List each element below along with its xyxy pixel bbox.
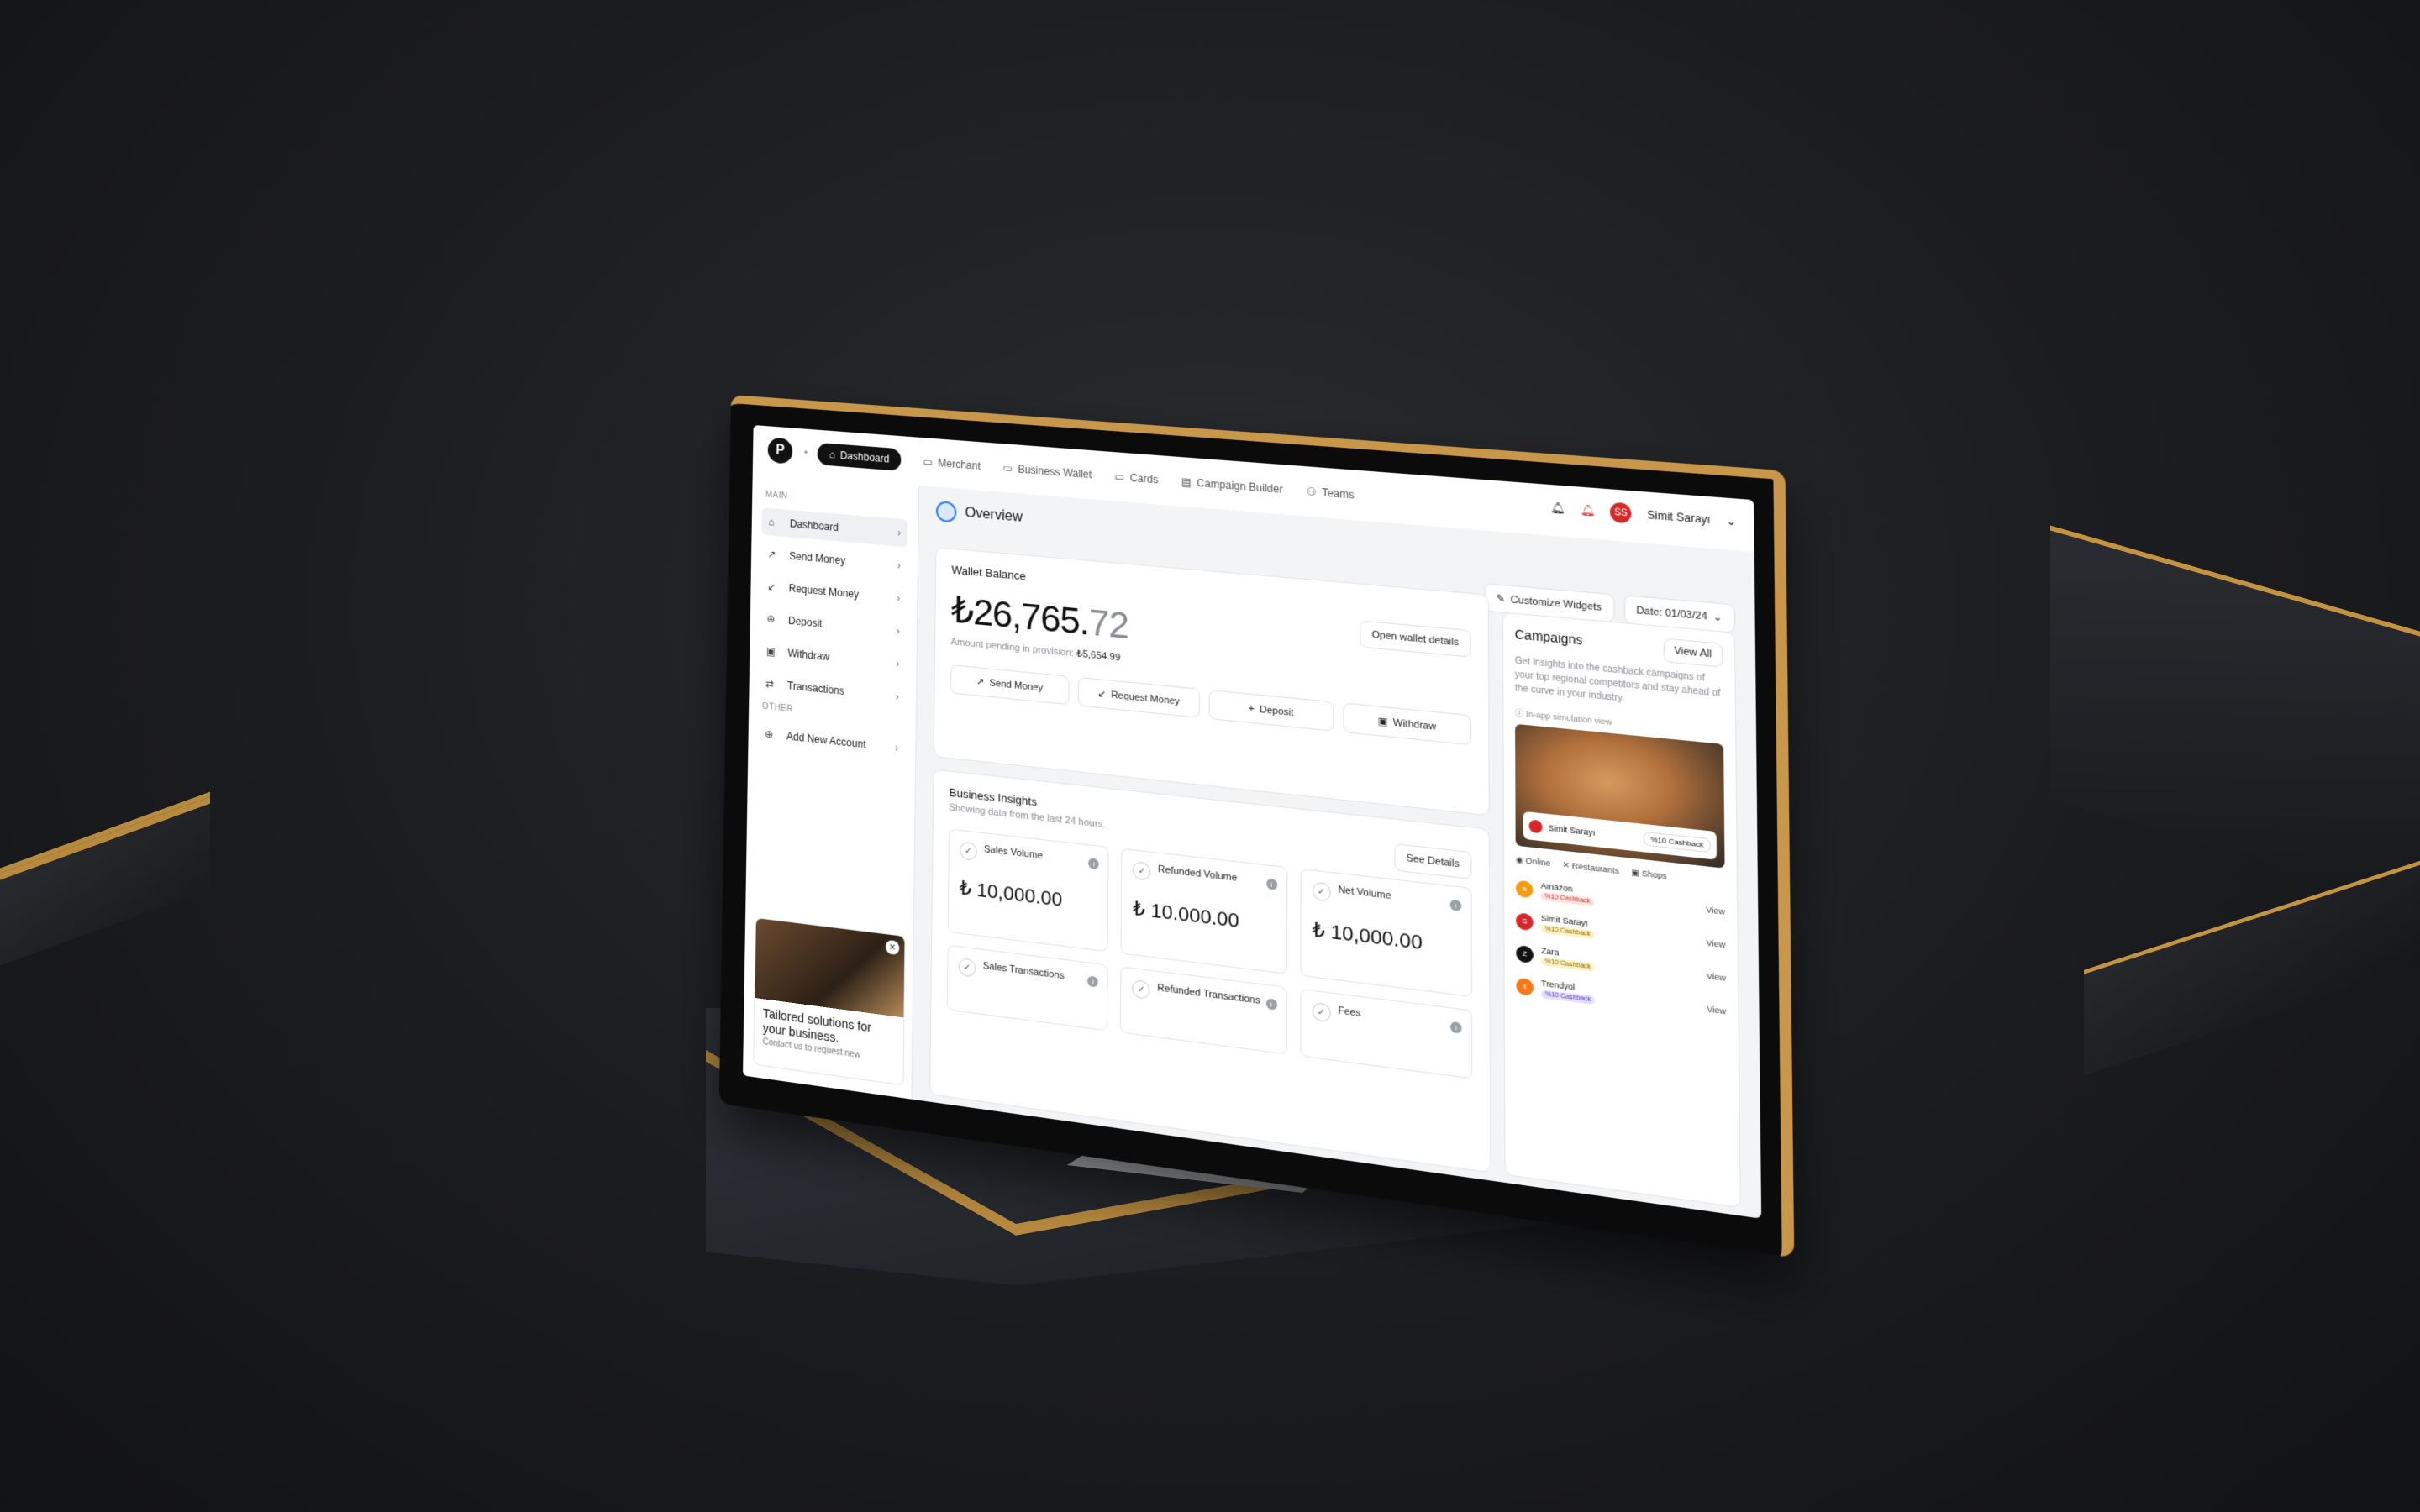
wallet-balance-card: Wallet Balance Open wallet details ₺26,7…	[933, 547, 1490, 816]
info-icon: ⓘ	[1515, 708, 1524, 719]
chevron-right-icon: ›	[895, 690, 899, 703]
nav-tab-dashboard[interactable]: ⌂ Dashboard	[817, 442, 902, 471]
info-icon[interactable]: i	[1087, 975, 1099, 988]
chevron-down-icon[interactable]: ⌄	[1726, 514, 1736, 528]
chevron-right-icon: ›	[897, 526, 902, 539]
background-slab-right-bottom	[2084, 844, 2420, 1075]
metric-sales-transactions[interactable]: ✓ Sales Transactions i	[946, 944, 1108, 1032]
check-circle-icon: ✓	[1312, 881, 1331, 902]
notification-icon[interactable]: 🔔︎	[1580, 503, 1595, 517]
main-content: Overview ✎ Customize Widgets Date: 01/03/…	[912, 486, 1761, 1219]
check-circle-icon: ✓	[958, 957, 976, 978]
chevron-right-icon: ›	[897, 559, 901, 572]
nav-tab-campaign-builder[interactable]: ▤ Campaign Builder	[1181, 475, 1283, 496]
request-money-button[interactable]: ↙ Request Money	[1077, 676, 1201, 718]
withdraw-button[interactable]: ▣ Withdraw	[1343, 702, 1472, 746]
chevron-right-icon: ›	[894, 741, 899, 754]
background-slab-right-top	[2050, 525, 2420, 925]
plus-icon: +	[1248, 702, 1255, 715]
sidebar-section-main: MAIN	[765, 490, 788, 501]
metric-refunded-transactions[interactable]: ✓ Refunded Transactions i	[1120, 966, 1287, 1055]
check-circle-icon: ✓	[1133, 861, 1151, 881]
arrow-up-right-icon: ↗	[767, 548, 776, 561]
chevron-down-icon: ⌄	[1712, 612, 1723, 624]
bell-icon[interactable]: 🔔︎	[1550, 501, 1565, 515]
business-insights-card: Business Insights Showing data from the …	[929, 769, 1491, 1173]
metric-sales-volume[interactable]: ✓ Sales Volume i ₺ 10,000.00	[947, 828, 1109, 953]
view-link[interactable]: View	[1706, 937, 1725, 949]
check-circle-icon: ✓	[1312, 1001, 1331, 1023]
nav-tab-cards[interactable]: ▭ Cards	[1114, 470, 1158, 486]
nav-separator: •	[803, 446, 808, 459]
tab-restaurants[interactable]: ✕ Restaurants	[1562, 860, 1619, 877]
home-icon: ⌂	[768, 516, 775, 528]
brand-logo	[1528, 819, 1543, 834]
trendyol-logo: t	[1516, 976, 1534, 996]
info-icon[interactable]: i	[1088, 858, 1100, 870]
campaigns-card: Campaigns View All Get insights into the…	[1502, 612, 1742, 1209]
metric-value: ₺ 10,000.00	[959, 876, 1063, 911]
campaign-preview-image: Simit Sarayı %10 Cashback	[1515, 723, 1725, 869]
amazon-logo: a	[1515, 879, 1534, 899]
layout-icon: ▤	[1181, 475, 1192, 489]
background-slab-left	[0, 791, 210, 1003]
zara-logo: Z	[1516, 944, 1534, 963]
metric-refunded-volume[interactable]: ✓ Refunded Volume i ₺ 10.000.00	[1120, 848, 1287, 974]
overview-icon	[935, 500, 957, 523]
arrow-down-left-icon: ↙	[767, 580, 776, 593]
wallet-icon: ▭	[1002, 461, 1013, 475]
send-money-button[interactable]: ↗ Send Money	[950, 664, 1070, 706]
view-link[interactable]: View	[1707, 1004, 1726, 1016]
view-all-button[interactable]: View All	[1663, 638, 1723, 668]
swap-icon: ⇄	[765, 677, 775, 690]
view-link[interactable]: View	[1707, 970, 1726, 982]
metric-fees[interactable]: ✓ Fees i	[1299, 988, 1473, 1079]
nav-tab-merchant[interactable]: ▭ Merchant	[923, 456, 981, 473]
chevron-right-icon: ›	[896, 624, 900, 638]
metric-grid: ✓ Sales Volume i ₺ 10,000.00 ✓ Refunded Vo…	[946, 828, 1473, 1079]
nav-tab-business-wallet[interactable]: ▭ Business Wallet	[1002, 462, 1092, 481]
check-circle-icon: ✓	[960, 841, 977, 861]
view-link[interactable]: View	[1706, 905, 1725, 916]
deposit-icon: ⊕	[766, 612, 776, 626]
check-circle-icon: ✓	[1132, 979, 1150, 1000]
deposit-button[interactable]: + Deposit	[1208, 689, 1334, 732]
close-icon[interactable]: ✕	[885, 939, 900, 956]
tab-shops[interactable]: ▣ Shops	[1631, 868, 1667, 882]
metric-value: ₺ 10.000.00	[1132, 896, 1239, 932]
store-icon: ▭	[923, 455, 934, 469]
withdraw-icon: ▣	[765, 644, 776, 659]
promo-card[interactable]: ✕ Tailored solutions for your business. …	[753, 916, 906, 1086]
chevron-right-icon: ›	[897, 591, 901, 605]
user-name[interactable]: Simit Sarayı	[1647, 508, 1710, 526]
users-icon: ⚇	[1306, 485, 1317, 499]
pencil-icon: ✎	[1496, 593, 1506, 606]
app-logo[interactable]: P	[767, 437, 793, 465]
avatar[interactable]: SS	[1610, 501, 1632, 524]
home-icon: ⌂	[829, 448, 836, 461]
sidebar: MAIN ⌂ Dashboard › ↗ Send Money › ↙ Request M…	[743, 472, 920, 1100]
card-icon: ▭	[1114, 470, 1125, 484]
plus-circle-icon: ⊕	[765, 727, 774, 741]
tab-online[interactable]: ◉ Online	[1516, 855, 1551, 869]
simit-sarayi-logo: S	[1516, 911, 1534, 931]
campaign-preview-chip: Simit Sarayı %10 Cashback	[1523, 811, 1717, 860]
withdraw-icon: ▣	[1377, 716, 1388, 728]
metric-net-volume[interactable]: ✓ Net Volume i ₺ 10,000.00	[1300, 868, 1472, 997]
page-title: Overview	[965, 505, 1023, 525]
nav-tab-teams[interactable]: ⚇ Teams	[1307, 485, 1355, 501]
metric-value: ₺ 10,000.00	[1312, 917, 1423, 954]
chevron-right-icon: ›	[896, 657, 900, 670]
arrow-down-left-icon: ↙	[1097, 688, 1107, 701]
wallet-actions: ↗ Send Money ↙ Request Money + Deposit ▣ Wit…	[950, 664, 1472, 746]
sidebar-item-add-new-account[interactable]: ⊕ Add New Account ›	[758, 719, 905, 762]
arrow-up-right-icon: ↗	[976, 676, 985, 688]
nav-user-area: 🔔︎ 🔔︎ SS Simit Sarayı ⌄	[1550, 497, 1736, 532]
